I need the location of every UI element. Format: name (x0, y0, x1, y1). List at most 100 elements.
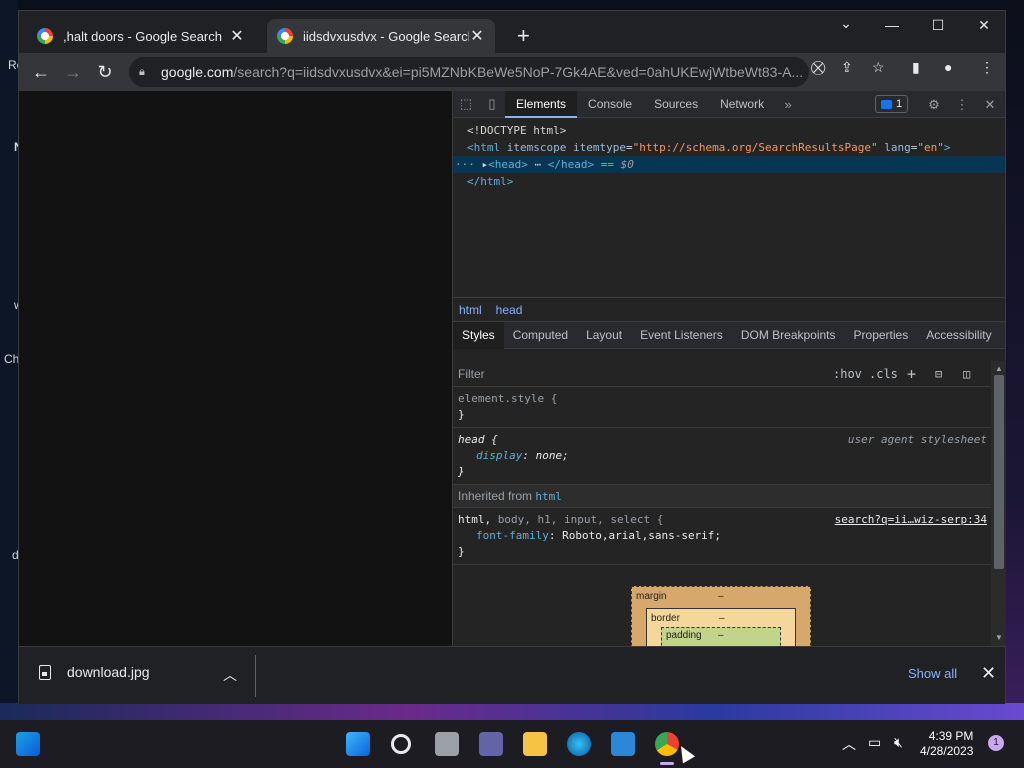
paint-brush-icon[interactable]: ⊟ (935, 367, 942, 381)
box-model-border[interactable]: border – padding – (646, 608, 796, 646)
styles-scrollbar[interactable]: ▲ ▼ (991, 361, 1006, 646)
search-icon[interactable] (391, 734, 411, 754)
inspect-element-icon[interactable]: ⬚ (453, 96, 479, 112)
issues-bubble-icon (881, 99, 892, 109)
rule-font-family[interactable]: html, body, h1, input, select { search?q… (453, 508, 991, 565)
edge-icon[interactable] (567, 732, 591, 756)
new-rule-plus-icon[interactable]: + (907, 365, 916, 383)
rule-declaration[interactable]: font-family: Roboto,arial,sans-serif; (458, 528, 986, 544)
breadcrumb-html[interactable]: html (459, 303, 482, 317)
collapsed-ellipsis[interactable]: ⋯ (535, 158, 542, 171)
share-icon[interactable]: ⇪ (841, 59, 853, 76)
box-model-margin[interactable]: margin – border – padding – (631, 586, 811, 646)
box-model-margin-label: margin (636, 591, 667, 602)
styles-pane: :hov .cls + ⊟ ◫ element.style { } head {… (453, 361, 991, 646)
address-bar[interactable]: 🔒︎ google.com/search?q=iidsdvxusdvx&ei=p… (129, 57, 809, 87)
dom-node-doctype[interactable]: <!DOCTYPE html> (453, 122, 1005, 139)
clock-time: 4:39 PM (928, 729, 974, 743)
minimize-icon[interactable]: — (877, 17, 907, 33)
start-windows-icon[interactable] (346, 732, 370, 756)
clock[interactable]: 4:39 PM 4/28/2023 (920, 729, 973, 759)
property-value: none; (535, 449, 569, 462)
devtools-close-icon[interactable]: ✕ (977, 97, 1003, 113)
tab-search-chevron-icon[interactable]: ⌄ (831, 15, 861, 32)
devtools-tab-sources[interactable]: Sources (643, 91, 709, 118)
side-panel-icon[interactable]: ▮ (912, 59, 920, 76)
show-all-button[interactable]: Show all (908, 666, 957, 681)
inherited-label: Inherited from (458, 489, 533, 503)
box-model-padding[interactable]: padding – (661, 627, 781, 646)
chat-icon[interactable] (479, 732, 503, 756)
clock-date: 4/28/2023 (920, 744, 974, 758)
rule-source: user agent stylesheet (847, 433, 987, 446)
download-item[interactable]: download.jpg (39, 664, 150, 680)
tab-close-icon[interactable]: ✕ (229, 26, 245, 46)
dom-node-html[interactable]: <html itemscope itemtype="http://schema.… (453, 139, 1005, 156)
devtools-tab-console[interactable]: Console (577, 91, 643, 118)
tab-halt-doors[interactable]: ,halt doors - Google Search ✕ (27, 19, 255, 53)
node-menu-dots-icon[interactable]: ··· (455, 158, 475, 171)
hov-toggle[interactable]: :hov (833, 367, 862, 381)
devtools-tab-network[interactable]: Network (709, 91, 775, 118)
page-viewport[interactable] (19, 91, 452, 646)
breadcrumb-head[interactable]: head (496, 303, 523, 317)
breadcrumb: html head (453, 298, 1005, 322)
widgets-icon[interactable] (16, 732, 40, 756)
box-model-border-label: border (651, 613, 680, 624)
property-name: display (476, 449, 523, 462)
tab-close-icon[interactable]: ✕ (469, 26, 485, 46)
devtools-tab-elements[interactable]: Elements (505, 90, 578, 118)
bookmark-star-icon[interactable]: ☆ (872, 59, 885, 76)
dom-node-html-close[interactable]: </html> (453, 173, 1005, 190)
more-tabs-chevron-icon[interactable]: » (775, 97, 801, 112)
forward-arrow-icon[interactable]: → (57, 62, 89, 83)
reload-icon[interactable]: ↻ (89, 62, 121, 83)
issues-badge[interactable]: 1 (875, 95, 909, 113)
close-window-icon[interactable]: ✕ (969, 17, 999, 34)
rule-declaration[interactable]: display: none; (458, 448, 986, 464)
inherited-tag-link[interactable]: html (535, 490, 562, 503)
rule-head[interactable]: head { user agent stylesheet display: no… (453, 428, 991, 485)
store-icon[interactable] (611, 732, 635, 756)
tab-layout[interactable]: Layout (577, 322, 631, 349)
task-view-icon[interactable] (435, 732, 459, 756)
rule-element-style[interactable]: element.style { } (453, 387, 991, 428)
chrome-window: ,halt doors - Google Search ✕ iidsdvxusd… (18, 10, 1006, 704)
device-toolbar-icon[interactable]: ▯ (479, 96, 505, 112)
dom-node-head-selected[interactable]: ··· ▸<head> ⋯ </head> == $0 (453, 156, 1005, 173)
blocked-popup-icon[interactable]: ⛒ (811, 59, 825, 76)
new-tab-plus-icon[interactable]: + (517, 25, 530, 47)
menu-kebab-icon[interactable]: ⋮ (980, 59, 994, 76)
settings-gear-icon[interactable]: ⚙ (921, 97, 947, 113)
tab-iidsdvxusdvx[interactable]: iidsdvxusdvx - Google Search ✕ (267, 19, 495, 53)
rule-selector: element.style { (458, 392, 558, 405)
show-hidden-icons-chevron-icon[interactable]: ︿ (842, 734, 856, 754)
scroll-down-arrow-icon[interactable]: ▼ (995, 633, 1003, 642)
download-filename: download.jpg (67, 664, 150, 680)
tab-accessibility[interactable]: Accessibility (917, 322, 1000, 349)
chrome-icon[interactable] (655, 732, 679, 756)
tab-event-listeners[interactable]: Event Listeners (631, 322, 732, 349)
back-arrow-icon[interactable]: ← (25, 62, 57, 83)
close-download-bar-icon[interactable]: ✕ (981, 663, 996, 684)
tab-dom-breakpoints[interactable]: DOM Breakpoints (732, 322, 845, 349)
file-explorer-icon[interactable] (523, 732, 547, 756)
toggle-sidebar-icon[interactable]: ◫ (963, 367, 970, 381)
volume-muted-icon[interactable]: 🔇︎ (894, 734, 903, 751)
rule-source-link[interactable]: search?q=ii…wiz-serp:34 (835, 512, 987, 528)
tab-computed[interactable]: Computed (504, 322, 577, 349)
scrollbar-thumb[interactable] (994, 375, 1004, 569)
maximize-icon[interactable]: ☐ (923, 17, 953, 34)
tab-styles[interactable]: Styles (453, 321, 504, 349)
lock-icon[interactable]: 🔒︎ (139, 66, 151, 79)
styles-filter-input[interactable] (458, 366, 758, 381)
scroll-up-arrow-icon[interactable]: ▲ (995, 364, 1003, 373)
doctype-text: <!DOCTYPE html> (467, 124, 567, 137)
tab-properties[interactable]: Properties (845, 322, 918, 349)
notification-badge[interactable]: 1 (988, 735, 1004, 751)
chevron-up-icon[interactable]: ︿ (223, 665, 237, 685)
devtools-kebab-icon[interactable]: ⋮ (949, 97, 975, 113)
cls-toggle[interactable]: .cls (869, 367, 898, 381)
profile-icon[interactable]: ● (944, 59, 952, 75)
network-icon[interactable]: ▭ (868, 734, 881, 751)
